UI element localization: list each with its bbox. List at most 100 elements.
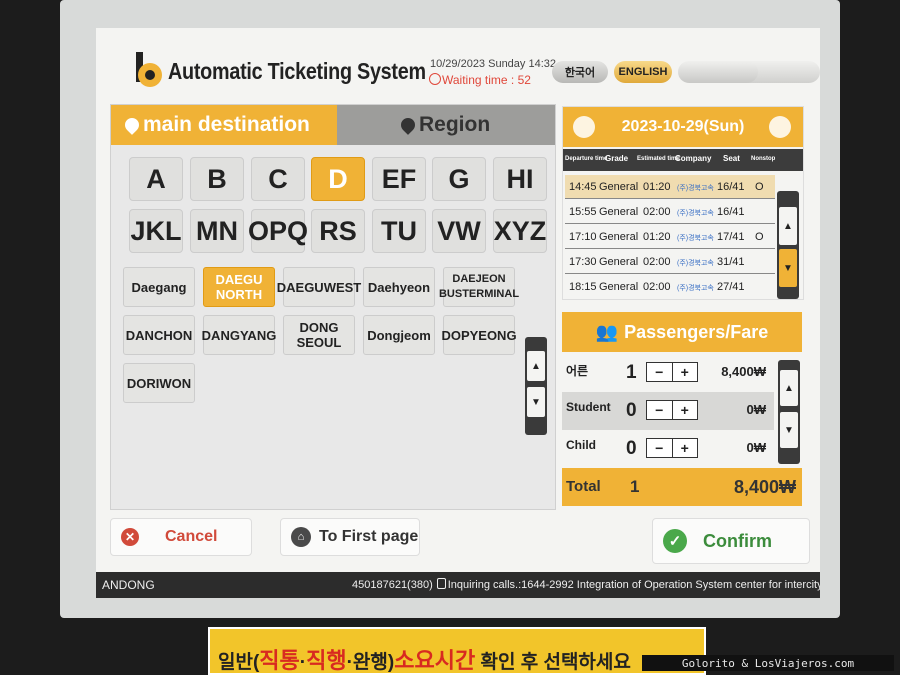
destination-button[interactable]: Daehyeon	[363, 267, 435, 307]
passenger-row-child: Child 0 − + 0₩	[562, 430, 774, 468]
total-count: 1	[630, 477, 640, 496]
schedule-date: 2023-10-29(Sun)	[563, 107, 803, 147]
scroll-up-button[interactable]: ▲	[527, 351, 545, 381]
next-date-calendar-icon[interactable]	[769, 116, 791, 138]
letter-button-d[interactable]: D	[311, 157, 365, 201]
increment-button[interactable]: +	[671, 439, 698, 457]
col-nonstop: Nonstop	[751, 156, 776, 162]
status-info: 450187621(380) Inquiring calls.:1644-2992…	[352, 578, 820, 591]
row-company: (주)경북고속	[677, 260, 714, 267]
tab-main-destination[interactable]: main destination	[111, 105, 337, 145]
row-grade: General	[599, 256, 639, 268]
row-duration: 01:20	[643, 231, 671, 243]
scroll-down-button[interactable]: ▼	[527, 387, 545, 417]
waiting-time: Waiting time : 52	[442, 73, 531, 87]
passenger-type: Child	[566, 438, 596, 452]
schedule-date-label: 2023-10-29(Sun)	[621, 118, 745, 135]
decrement-button[interactable]: −	[647, 439, 672, 457]
schedule-column-headers: Departure time Grade Estimated time Comp…	[563, 149, 803, 171]
increment-button[interactable]: +	[671, 401, 698, 419]
letter-button-xyz[interactable]: XYZ	[493, 209, 547, 253]
tab-region[interactable]: Region	[337, 105, 555, 145]
destination-button[interactable]: DAEJEON BUSTERMINAL	[439, 267, 519, 307]
letter-button-opq[interactable]: OPQ	[248, 209, 308, 253]
scroll-down-button[interactable]: ▼	[779, 249, 797, 287]
schedule-row[interactable]: 15:55 General 02:00 (주)경북고속 16/41	[565, 200, 775, 224]
destination-button[interactable]: DAEGUWEST	[277, 267, 361, 307]
quantity-stepper: − +	[646, 400, 698, 420]
destination-button[interactable]: Dongjeom	[363, 315, 435, 355]
destination-button[interactable]: DANCHON	[123, 315, 195, 355]
increment-button[interactable]: +	[671, 363, 698, 381]
row-time: 14:45	[569, 181, 597, 193]
letter-button-rs[interactable]: RS	[311, 209, 365, 253]
watermark: Golorito & LosViajeros.com	[642, 655, 894, 671]
scroll-up-button[interactable]: ▲	[780, 370, 798, 406]
row-nonstop: O	[755, 231, 764, 243]
destination-button[interactable]: DORIWON	[123, 363, 195, 403]
datetime-display: 10/29/2023 Sunday 14:32	[430, 58, 557, 70]
sticker-text: 소요시간	[394, 648, 476, 673]
row-grade: General	[599, 206, 639, 218]
letter-button-b[interactable]: B	[190, 157, 244, 201]
bus-logo-icon	[136, 52, 162, 87]
sticker-text: ·완행)	[346, 652, 395, 673]
inquiry-phone: Inquiring calls.:1644-2992	[447, 579, 574, 591]
passenger-fare: 8,400₩	[721, 364, 766, 379]
app-title: Automatic Ticketing System	[168, 58, 426, 84]
destination-button[interactable]: DONG SEOUL	[283, 315, 355, 355]
passenger-type: 어른	[566, 364, 589, 378]
schedule-row[interactable]: 17:10 General 01:20 (주)경북고속 17/41 O	[565, 225, 775, 249]
tab-region-label: Region	[419, 113, 491, 136]
passenger-row-student: Student 0 − + 0₩	[562, 392, 774, 430]
passengers-icon: 👥	[595, 321, 619, 342]
letter-button-a[interactable]: A	[129, 157, 183, 201]
row-company: (주)경북고속	[677, 210, 714, 217]
prev-date-calendar-icon[interactable]	[573, 116, 595, 138]
language-button-korean[interactable]: 한국어	[552, 61, 608, 83]
language-button-english[interactable]: ENGLISH	[614, 61, 672, 83]
schedule-row[interactable]: 14:45 General 01:20 (주)경북고속 16/41 O	[565, 175, 775, 199]
passengers-scrollbar[interactable]: ▲ ▼	[778, 360, 800, 464]
destination-button[interactable]: DOPYEONG	[441, 315, 517, 355]
terminal-location: ANDONG	[102, 578, 155, 592]
tab-main-destination-label: main destination	[143, 113, 310, 136]
letter-button-mn[interactable]: MN	[190, 209, 244, 253]
sticker-text: 확인 후 선택하세요	[475, 652, 631, 673]
schedule-row[interactable]: 17:30 General 02:00 (주)경북고속 31/41	[565, 250, 775, 274]
letter-button-tu[interactable]: TU	[372, 209, 426, 253]
destination-scrollbar[interactable]: ▲ ▼	[525, 337, 547, 435]
language-button-other-1[interactable]	[678, 61, 758, 83]
scroll-up-button[interactable]: ▲	[779, 207, 797, 245]
decrement-button[interactable]: −	[647, 363, 672, 381]
confirm-button[interactable]: ✓ Confirm	[652, 518, 810, 564]
letter-button-jkl[interactable]: JKL	[129, 209, 183, 253]
col-company: Company	[675, 154, 712, 163]
row-company: (주)경북고속	[677, 235, 714, 242]
decrement-button[interactable]: −	[647, 401, 672, 419]
letter-button-vw[interactable]: VW	[432, 209, 486, 253]
home-icon: ⌂	[291, 527, 311, 547]
letter-button-hi[interactable]: HI	[493, 157, 547, 201]
notice-sticker: 일반(직통·직행·완행)소요시간 확인 후 선택하세요	[208, 627, 706, 675]
schedule-row[interactable]: 18:15 General 02:00 (주)경북고속 27/41	[565, 275, 775, 299]
first-page-button[interactable]: ⌂ To First page	[280, 518, 420, 556]
letter-button-c[interactable]: C	[251, 157, 305, 201]
scroll-down-button[interactable]: ▼	[780, 412, 798, 448]
row-grade: General	[599, 181, 639, 193]
map-pin-icon	[398, 115, 418, 135]
row-time: 17:10	[569, 231, 597, 243]
row-company: (주)경북고속	[677, 185, 714, 192]
destination-button[interactable]: DAEGU NORTH	[203, 267, 275, 307]
destination-button[interactable]: DANGYANG	[202, 315, 276, 355]
sticker-text: 직통	[259, 648, 300, 673]
letter-button-ef[interactable]: EF	[372, 157, 426, 201]
cancel-button[interactable]: ✕ Cancel	[110, 518, 252, 556]
passengers-header: 👥 Passengers/Fare	[562, 312, 802, 352]
destination-button[interactable]: Daegang	[123, 267, 195, 307]
schedule-scrollbar[interactable]: ▲ ▼	[777, 191, 799, 299]
letter-button-g[interactable]: G	[432, 157, 486, 201]
col-estimated: Estimated time	[637, 156, 680, 162]
cancel-label: Cancel	[165, 528, 218, 545]
row-nonstop: O	[755, 181, 764, 193]
